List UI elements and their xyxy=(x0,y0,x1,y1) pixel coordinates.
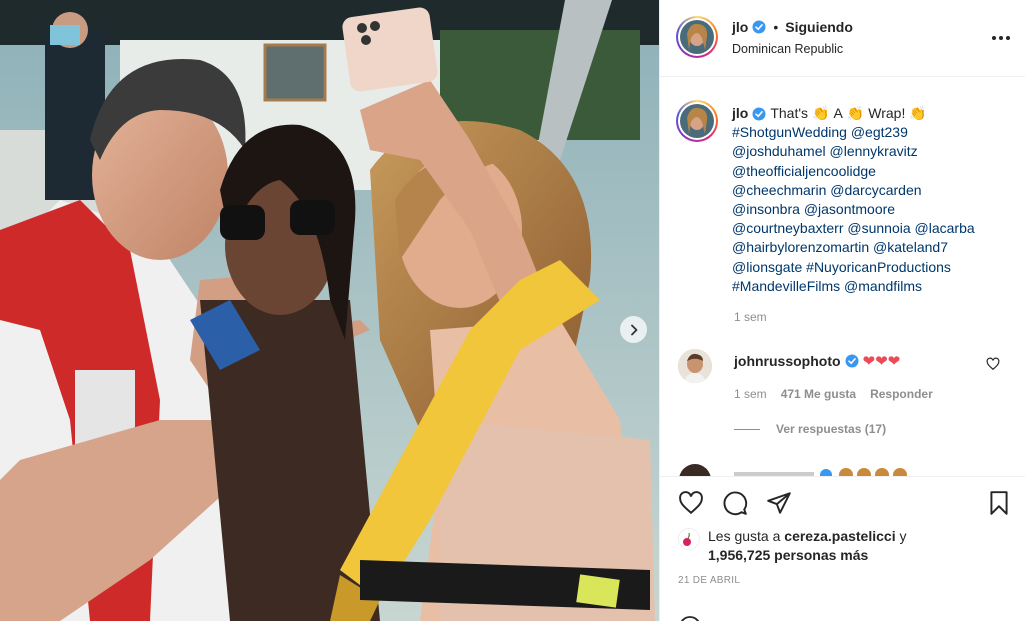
mention-link[interactable]: @kateland7 xyxy=(873,239,948,255)
comment-timestamp[interactable]: 1 sem xyxy=(734,387,767,401)
caption-tags: #ShotgunWedding @egt239 @joshduhamel @le… xyxy=(732,123,1012,296)
clap-emoji: 👏 xyxy=(812,105,830,121)
mention-link[interactable]: @theofficialjencoolidge xyxy=(732,163,876,179)
post-location[interactable]: Dominican Republic xyxy=(732,42,843,56)
likes-prefix: Les gusta a xyxy=(708,528,781,544)
view-replies-button[interactable]: Ver respuestas (17) xyxy=(734,422,886,436)
verified-badge-icon xyxy=(752,107,766,121)
cherry-icon xyxy=(683,532,691,546)
clap-emoji: 👏 xyxy=(909,105,927,121)
post-caption: jlo That's 👏 A 👏 Wrap! 👏 #ShotgunWedding… xyxy=(732,104,1012,296)
follow-status-button[interactable]: Siguiendo xyxy=(785,19,853,35)
separator-dot: • xyxy=(773,19,779,35)
next-comment-partial xyxy=(678,463,1008,476)
mention-link[interactable]: @cheechmarin xyxy=(732,182,826,198)
caption-avatar-image xyxy=(680,104,714,138)
caption-username[interactable]: jlo xyxy=(732,104,748,123)
mention-link[interactable]: @lionsgate xyxy=(732,259,802,275)
verified-badge-icon xyxy=(845,354,859,368)
more-options-button[interactable] xyxy=(990,28,1012,48)
author-avatar[interactable] xyxy=(676,16,718,58)
clap-emoji: 👏 xyxy=(846,105,865,121)
mention-link[interactable]: @jasontmoore xyxy=(804,201,895,217)
more-horizontal-icon xyxy=(992,36,1010,40)
post-actions: Les gusta a cereza.pastelicci y 1,956,72… xyxy=(660,476,1025,621)
post-header: jlo • Siguiendo Dominican Republic xyxy=(660,0,1025,77)
author-avatar-image xyxy=(680,20,714,54)
mention-link[interactable]: @sunnoia xyxy=(847,220,910,236)
caption-text: That's xyxy=(770,105,809,121)
heart-icon xyxy=(986,357,1000,371)
liker-username[interactable]: cereza.pastelicci xyxy=(784,528,895,544)
commenter-avatar[interactable] xyxy=(678,349,712,383)
mention-link[interactable]: @egt239 xyxy=(851,124,908,140)
commenter-username[interactable]: johnrussophoto xyxy=(734,353,841,369)
caption-text: A xyxy=(833,105,843,121)
mention-link[interactable]: @hairbylorenzomartin xyxy=(732,239,869,255)
share-button[interactable] xyxy=(766,490,792,516)
caption-author-avatar[interactable] xyxy=(676,100,718,142)
chevron-right-icon xyxy=(630,324,637,335)
mention-link[interactable]: @insonbra xyxy=(732,201,800,217)
author-username[interactable]: jlo xyxy=(732,19,748,35)
hashtag-link[interactable]: #ShotgunWedding xyxy=(732,124,847,140)
partial-comment-image xyxy=(679,464,907,476)
caption-text: Wrap! xyxy=(868,105,906,121)
likes-summary: Les gusta a cereza.pastelicci y 1,956,72… xyxy=(678,527,906,565)
replies-divider xyxy=(734,428,760,430)
hashtag-link[interactable]: #MandevilleFilms xyxy=(732,278,840,294)
post-photo[interactable] xyxy=(0,0,659,621)
bookmark-icon xyxy=(990,491,1008,515)
carousel-next-button[interactable] xyxy=(620,316,647,343)
comment-likes-count[interactable]: 471 Me gusta xyxy=(781,387,856,401)
add-comment-partial xyxy=(678,615,1008,621)
heart-icon xyxy=(679,491,703,515)
mention-link[interactable]: @courtneybaxterr xyxy=(732,220,843,236)
likes-count-link[interactable]: 1,956,725 personas más xyxy=(708,547,868,563)
like-button[interactable] xyxy=(678,490,704,516)
reply-button[interactable]: Responder xyxy=(870,387,933,401)
save-button[interactable] xyxy=(986,490,1012,516)
send-icon xyxy=(767,492,791,514)
liker-avatar[interactable] xyxy=(678,528,700,550)
mention-link[interactable]: @lennykravitz xyxy=(830,143,918,159)
hashtag-link[interactable]: #NuyoricanProductions xyxy=(806,259,951,275)
comments-section[interactable]: jlo That's 👏 A 👏 Wrap! 👏 #ShotgunWedding… xyxy=(660,78,1025,476)
comment-button[interactable] xyxy=(722,490,748,516)
emoji-icon[interactable] xyxy=(678,615,702,621)
comment-text: ❤❤❤ xyxy=(862,353,901,370)
post-side-panel: jlo • Siguiendo Dominican Republic jlo T… xyxy=(659,0,1025,621)
mention-link[interactable]: @joshduhamel xyxy=(732,143,826,159)
verified-badge-icon xyxy=(752,20,766,34)
mention-link[interactable]: @lacarba xyxy=(915,220,975,236)
selfie-scene-image xyxy=(0,0,659,621)
mention-link[interactable]: @darcycarden xyxy=(830,182,921,198)
view-replies-label: Ver respuestas (17) xyxy=(776,422,887,436)
mention-link[interactable]: @mandfilms xyxy=(844,278,922,294)
comment-icon xyxy=(723,491,748,516)
likes-conjunction: y xyxy=(899,528,907,544)
commenter-avatar-image xyxy=(678,349,712,383)
post-date[interactable]: 21 DE ABRIL xyxy=(678,575,740,586)
caption-timestamp[interactable]: 1 sem xyxy=(734,310,767,324)
comment-like-button[interactable] xyxy=(986,357,1002,373)
